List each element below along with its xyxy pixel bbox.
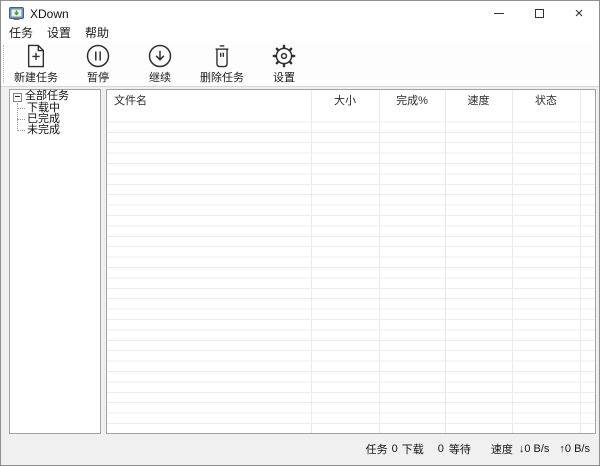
task-table-panel: 文件名 大小 完成% 速度 状态 (106, 89, 596, 434)
status-bar: 任务 0 下载 0 等待 速度 ↓0 B/s ↑0 B/s (1, 433, 599, 465)
column-header-speed[interactable]: 速度 (445, 90, 512, 112)
close-icon: × (575, 6, 584, 21)
toolbar-button-label: 继续 (149, 69, 171, 85)
status-waiting-count: 0 (438, 443, 444, 455)
column-divider (379, 90, 380, 433)
column-divider (512, 90, 513, 433)
sidebar-item-all-tasks[interactable]: 全部任务 (25, 91, 69, 102)
column-divider (311, 90, 312, 433)
pause-icon (85, 42, 111, 69)
menu-item-settings[interactable]: 设置 (40, 26, 78, 41)
menu-bar: 任务 设置 帮助 (1, 26, 599, 41)
delete-task-button[interactable]: 删除任务 (193, 42, 251, 86)
pause-button[interactable]: 暂停 (69, 42, 127, 86)
task-table-body[interactable] (107, 112, 595, 433)
status-upload-speed: ↑0 B/s (559, 443, 590, 455)
tree-connector-stub (17, 119, 25, 120)
app-window: XDown × 任务 设置 帮助 (0, 0, 600, 466)
new-task-icon (25, 42, 47, 69)
title-bar: XDown × (1, 1, 599, 26)
maximize-icon (535, 9, 544, 18)
tree-connector-stub (17, 130, 25, 131)
status-download-speed: ↓0 B/s (519, 443, 550, 455)
toolbar-button-label: 暂停 (87, 69, 109, 85)
settings-icon (271, 42, 297, 69)
window-title: XDown (30, 7, 69, 21)
delete-task-icon (211, 42, 233, 69)
app-icon[interactable] (9, 6, 24, 21)
toolbar-button-label: 新建任务 (14, 69, 58, 85)
sidebar-panel: 全部任务 下载中 已完成 未完成 (9, 89, 101, 434)
menu-item-help[interactable]: 帮助 (78, 26, 116, 41)
toolbar-gripper (3, 45, 4, 83)
column-header-filename[interactable]: 文件名 (114, 90, 147, 112)
task-table-header: 文件名 大小 完成% 速度 状态 (107, 90, 595, 112)
minimize-button[interactable] (479, 1, 519, 26)
settings-button[interactable]: 设置 (255, 42, 313, 86)
task-tree: 全部任务 下载中 已完成 未完成 (10, 90, 100, 433)
status-download-count: 0 (392, 443, 398, 455)
toolbar-button-label: 删除任务 (200, 69, 244, 85)
status-waiting-label: 等待 (449, 441, 471, 457)
tree-collapse-icon[interactable] (13, 93, 22, 102)
close-button[interactable]: × (559, 1, 599, 26)
new-task-button[interactable]: 新建任务 (7, 42, 65, 86)
column-divider (445, 90, 446, 433)
resume-icon (147, 42, 173, 69)
maximize-button[interactable] (519, 1, 559, 26)
status-speed-label: 速度 (491, 441, 513, 457)
status-download-label: 下载 (402, 441, 424, 457)
tree-connector-stub (17, 108, 25, 109)
column-header-status[interactable]: 状态 (512, 90, 580, 112)
column-header-percent[interactable]: 完成% (379, 90, 445, 112)
resume-button[interactable]: 继续 (131, 42, 189, 86)
menu-item-tasks[interactable]: 任务 (2, 26, 40, 41)
toolbar-button-label: 设置 (273, 69, 295, 85)
window-controls: × (479, 1, 599, 26)
sidebar-item-incomplete[interactable]: 未完成 (27, 125, 60, 136)
column-header-size[interactable]: 大小 (311, 90, 379, 112)
minimize-icon (494, 13, 504, 14)
toolbar: 新建任务 暂停 继续 (1, 41, 599, 87)
status-tasks-label: 任务 (366, 441, 388, 457)
column-divider (580, 90, 581, 433)
